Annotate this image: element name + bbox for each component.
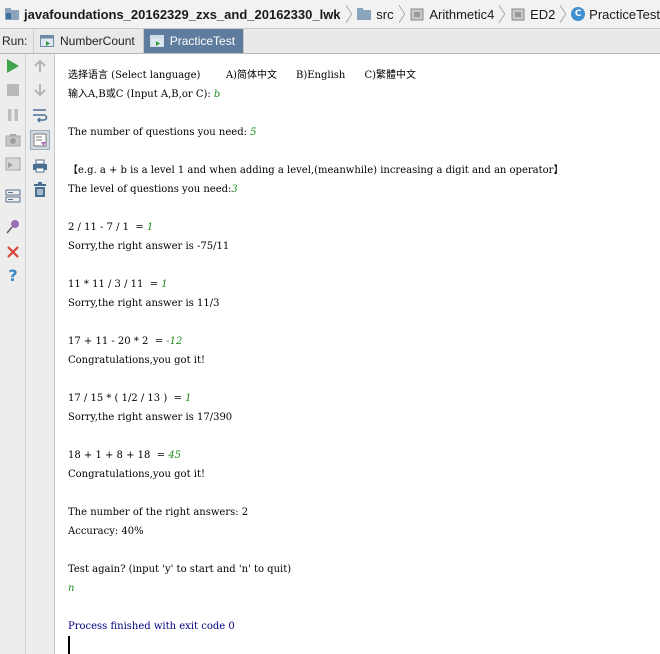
question-expression: 17 / 15 * ( 1/2 / 13 ) = [68, 393, 186, 404]
answer-feedback: Sorry,the right answer is 11/3 [68, 298, 220, 309]
folder-icon [357, 8, 372, 20]
soft-wrap-icon[interactable] [30, 105, 50, 125]
pin-tab-icon[interactable] [3, 217, 23, 237]
question-line: 2 / 11 - 7 / 1 = 1 [68, 218, 660, 237]
down-arrow-icon[interactable] [30, 80, 50, 100]
package-icon [410, 8, 424, 21]
tab-numbercount[interactable]: NumberCount [34, 29, 144, 53]
breadcrumb-project[interactable]: javafoundations_20162329_zxs_and_2016233… [4, 7, 341, 22]
console-line: 【e.g. a + b is a level 1 and when adding… [68, 165, 564, 176]
process-exit-message: Process finished with exit code 0 [68, 621, 235, 632]
user-input: 5 [250, 127, 257, 138]
breadcrumb-label: src [376, 6, 394, 22]
user-input: 45 [168, 450, 182, 461]
breadcrumb-project-label: javafoundations_20162329_zxs_and_2016233… [24, 6, 341, 22]
answer-feedback: Congratulations,you got it! [68, 469, 206, 480]
breadcrumb-item-package[interactable]: Arithmetic4 [409, 7, 494, 22]
user-input: 1 [161, 279, 168, 290]
question-line: 17 / 15 * ( 1/2 / 13 ) = 1 [68, 389, 660, 408]
stop-icon[interactable] [3, 80, 23, 100]
user-input: 1 [146, 222, 154, 233]
run-label: Run: [0, 29, 34, 53]
question-line: 11 * 11 / 3 / 11 = 1 [68, 275, 660, 294]
breadcrumb-item-subpackage[interactable]: ED2 [510, 7, 555, 22]
user-input: 1 [185, 393, 192, 404]
prompt-text: 输入A,B或C (Input A,B,or C): [68, 89, 214, 100]
tab-label: NumberCount [60, 34, 135, 48]
accuracy-text: Accuracy: 40% [68, 526, 144, 537]
question-line: 17 + 11 - 20 * 2 = -12 [68, 332, 660, 351]
right-answers-count: The number of the right answers: 2 [68, 507, 249, 518]
scroll-to-end-icon[interactable] [30, 130, 50, 150]
console-line: 输入A,B或C (Input A,B,or C): b [68, 85, 660, 104]
breadcrumb-item-src[interactable]: src [356, 6, 394, 22]
answer-feedback: Sorry,the right answer is 17/390 [68, 412, 233, 423]
breadcrumb-label: PracticeTest [589, 6, 660, 22]
chevron-right-icon [498, 5, 506, 23]
pause-icon[interactable] [3, 105, 23, 125]
breadcrumb: javafoundations_20162329_zxs_and_2016233… [0, 0, 660, 29]
trash-icon[interactable] [30, 180, 50, 200]
user-input: b [213, 89, 221, 100]
close-icon[interactable] [3, 242, 23, 262]
package-icon [511, 8, 525, 21]
run-icon[interactable] [3, 56, 23, 76]
help-icon[interactable]: ? [3, 266, 23, 286]
breadcrumb-label: ED2 [530, 6, 556, 22]
question-expression: 17 + 11 - 20 * 2 = [68, 336, 167, 347]
console-line: 选择语言 (Select language) A)简体中文 B)English … [68, 70, 416, 81]
restore-layout-icon[interactable] [3, 154, 23, 174]
user-input: n [68, 583, 75, 594]
print-icon[interactable] [30, 156, 50, 176]
console-line: The level of questions you need:3 [68, 180, 660, 199]
question-line: 18 + 1 + 8 + 18 = 45 [68, 446, 660, 465]
question-expression: 18 + 1 + 8 + 18 = [68, 450, 169, 461]
run-toolbar: ? [0, 54, 55, 654]
question-expression: 2 / 11 - 7 / 1 = [68, 222, 147, 233]
tab-label: PracticeTest [169, 34, 236, 48]
toolbar-column-left: ? [0, 54, 26, 654]
tab-practicetest[interactable]: PracticeTest [143, 29, 245, 53]
text-caret [68, 636, 70, 654]
breadcrumb-label: Arithmetic4 [429, 6, 495, 22]
chevron-right-icon [398, 5, 405, 23]
question-expression: 11 * 11 / 3 / 11 = [68, 279, 162, 290]
breadcrumb-item-class[interactable]: C PracticeTest [571, 7, 660, 22]
console-input-line[interactable] [68, 636, 660, 654]
run-config-icon [149, 35, 164, 47]
user-input: -12 [166, 336, 183, 347]
chevron-right-icon [345, 5, 352, 23]
console-output[interactable]: 选择语言 (Select language) A)简体中文 B)English … [56, 54, 660, 654]
up-arrow-icon[interactable] [30, 56, 50, 76]
layout-icon[interactable] [3, 186, 23, 206]
test-again-prompt: Test again? (input 'y' to start and 'n' … [68, 564, 292, 575]
project-folder-icon [5, 8, 19, 20]
chevron-right-icon [559, 5, 567, 23]
run-config-icon [40, 35, 54, 47]
answer-feedback: Congratulations,you got it! [68, 355, 206, 366]
user-input: 3 [231, 184, 238, 195]
run-tab-bar: Run: NumberCount PracticeTest [0, 29, 660, 54]
dump-threads-icon[interactable] [3, 130, 23, 150]
prompt-text: The number of questions you need: [68, 127, 251, 138]
prompt-text: The level of questions you need: [68, 184, 232, 195]
toolbar-column-right [27, 54, 53, 654]
console-line: The number of questions you need: 5 [68, 123, 660, 142]
answer-feedback: Sorry,the right answer is -75/11 [68, 241, 230, 252]
java-class-icon: C [571, 7, 586, 21]
